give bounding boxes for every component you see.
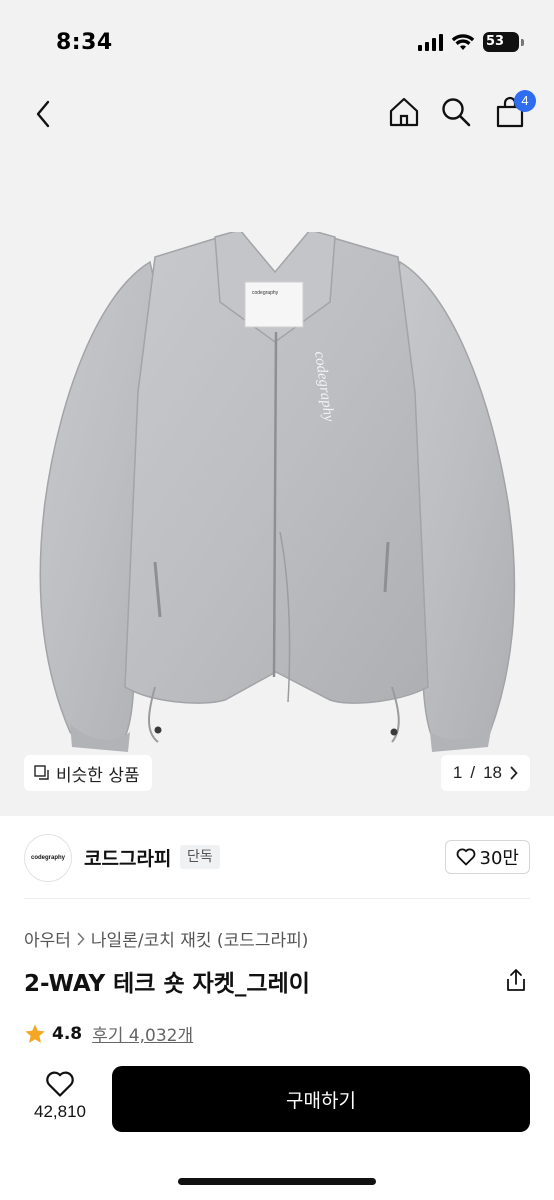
signal-icon [418, 33, 443, 51]
home-indicator[interactable] [178, 1178, 376, 1185]
status-bar: 8:34 53 [0, 0, 554, 82]
garment-tag-label: codegraphy [252, 290, 279, 296]
status-icons: 53 [418, 32, 524, 52]
cart-button[interactable]: 4 [492, 90, 536, 130]
battery-nub [521, 38, 524, 46]
home-button[interactable] [386, 94, 422, 130]
brand-like-button[interactable]: 30만 [444, 840, 530, 874]
rating-score: 4.8 [52, 1023, 83, 1044]
page-current: 1 [452, 763, 463, 782]
review-count-link[interactable]: 후기 4,032개 [92, 1021, 193, 1046]
battery-icon: 53 [483, 32, 519, 52]
brand-name[interactable]: 코드그라피 [84, 844, 171, 871]
divider [24, 898, 530, 899]
chevron-right-icon [510, 766, 518, 780]
heart-icon [46, 1071, 74, 1097]
similar-products-label: 비슷한 상품 [56, 765, 140, 786]
wishlist-count: 42,810 [34, 1102, 86, 1121]
share-icon [507, 969, 525, 991]
cart-count-badge: 4 [514, 90, 536, 112]
exclusive-badge: 단독 [180, 845, 220, 869]
chevron-left-icon [36, 100, 50, 128]
search-button[interactable] [438, 94, 474, 130]
breadcrumb-item[interactable]: 아우터 [24, 926, 71, 951]
search-icon [442, 98, 471, 127]
heart-icon [456, 848, 475, 866]
home-icon [389, 97, 419, 127]
brand-logo[interactable]: codegraphy [24, 834, 72, 882]
rating-row: 4.8 후기 4,032개 [24, 1021, 193, 1046]
share-button[interactable] [504, 966, 528, 994]
wifi-icon [451, 34, 475, 50]
back-button[interactable] [28, 96, 58, 132]
status-time: 8:34 [56, 30, 113, 55]
star-icon [25, 1023, 45, 1043]
wishlist-button[interactable]: 42,810 [24, 1070, 96, 1122]
similar-products-button[interactable]: 비슷한 상품 [24, 755, 152, 791]
breadcrumb-item[interactable]: 나일론/코치 재킷 (코드그라피) [91, 926, 308, 951]
product-title: 2-WAY 테크 숏 자켓_그레이 [24, 971, 310, 997]
chevron-right-icon [77, 932, 85, 945]
breadcrumb: 아우터 나일론/코치 재킷 (코드그라피) [24, 926, 308, 951]
product-gallery[interactable]: 4 codegraphy codegraphy 비슷한 상품 1 / 18 [0, 82, 554, 816]
page-total: 18 [483, 763, 502, 782]
image-page-indicator[interactable]: 1 / 18 [440, 755, 530, 791]
product-image: codegraphy codegraphy [39, 232, 516, 752]
copy-icon [34, 765, 49, 780]
brand-row: codegraphy 코드그라피 단독 30만 [0, 830, 554, 886]
buy-button[interactable]: 구매하기 [112, 1066, 530, 1132]
page-separator: / [470, 763, 476, 782]
brand-like-count: 30만 [479, 848, 519, 869]
